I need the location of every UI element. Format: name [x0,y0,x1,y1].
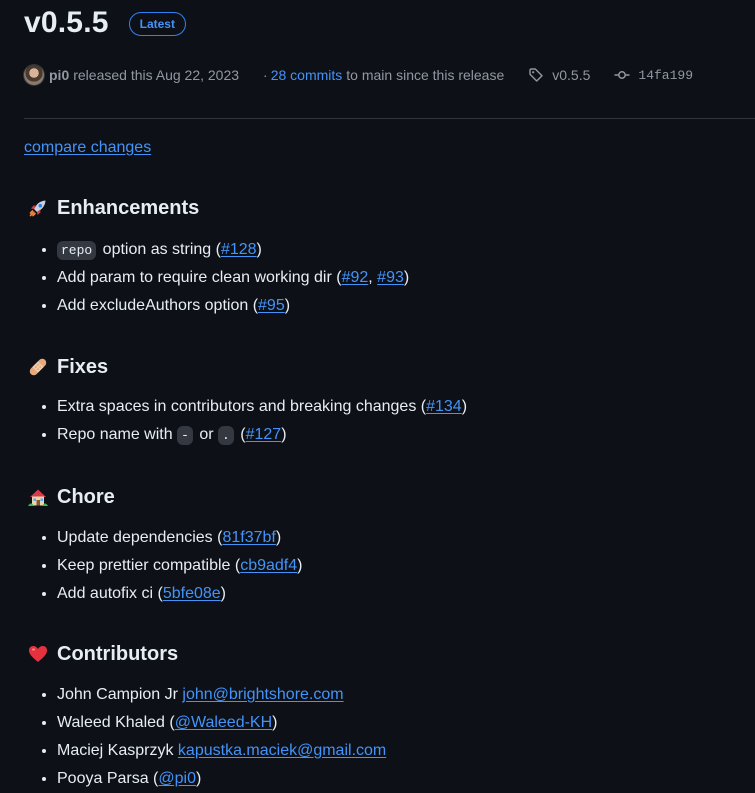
list-item: Update dependencies (81f37bf) [57,524,745,552]
item-text-end: ) [284,297,291,314]
list-item: repo option as string (#128) [57,236,745,264]
bandage-icon [29,358,47,376]
commit-link[interactable]: 14fa199 [614,67,693,83]
heart-icon [29,646,47,662]
item-text: John Campion Jr [57,686,183,703]
item-text: Add param to require clean working dir ( [57,269,342,286]
section-heading-fixes: Fixes [24,354,745,380]
list-item: Repo name with - or . (#127) [57,421,745,449]
user-mention-link[interactable]: @Waleed-KH [175,714,272,731]
list-item: Waleed Khaled (@Waleed-KH) [57,709,745,737]
tag-icon [529,68,543,82]
header-divider [24,118,755,119]
issue-link[interactable]: #134 [426,398,462,415]
commits-suffix-text: to main since this release [346,67,505,83]
issue-link[interactable]: #93 [377,269,404,286]
list-item: John Campion Jr john@brightshore.com [57,681,745,709]
item-text-end: ) [461,398,468,415]
email-link[interactable]: kapustka.maciek@gmail.com [178,742,386,759]
commit-ref-link[interactable]: cb9adf4 [240,557,297,574]
released-date-text: released this Aug 22, 2023 [73,67,240,83]
issue-link[interactable]: #127 [246,426,282,443]
inline-code: repo [57,241,97,260]
item-text-end: ) [195,770,202,787]
list-item: Add excludeAuthors option (#95) [57,292,745,320]
tag-link[interactable]: v0.5.5 [528,67,590,83]
email-link[interactable]: john@brightshore.com [182,686,343,703]
meta-separator: · [263,67,268,83]
item-text: Maciej Kasprzyk [57,742,178,759]
item-text-end: ) [281,426,287,443]
item-text-end: ) [403,269,410,286]
commit-hash: 14fa199 [638,67,693,83]
issue-link[interactable]: #128 [221,241,257,258]
release-meta: pi0 released this Aug 22, 2023 · 28 comm… [24,64,693,86]
list-item: Maciej Kasprzyk kapustka.maciek@gmail.co… [57,737,745,765]
tag-name: v0.5.5 [552,67,591,83]
section-title: Contributors [57,642,179,665]
item-text-end: ) [220,585,226,602]
commit-ref-link[interactable]: 81f37bf [222,529,275,546]
item-text: Waleed Khaled ( [57,714,175,731]
issue-link[interactable]: #92 [342,269,369,286]
section-title: Chore [57,485,115,508]
enhancements-list: repo option as string (#128) Add param t… [24,236,745,320]
inline-code: . [218,426,234,445]
list-item: Keep prettier compatible (cb9adf4) [57,552,745,580]
section-title: Fixes [57,355,109,378]
item-text: option as string ( [98,241,221,258]
item-text: Repo name with [57,426,178,443]
section-heading-enhancements: Enhancements [24,195,745,221]
list-item: Add param to require clean working dir (… [57,264,745,292]
item-text: Extra spaces in contributors and breakin… [57,398,427,415]
release-version-title: v0.5.5 [24,6,109,39]
item-text-end: ) [275,529,282,546]
section-heading-contributors: Contributors [24,641,745,667]
item-comma: , [368,269,378,286]
contributors-list: John Campion Jr john@brightshore.com Wal… [24,681,745,793]
fixes-list: Extra spaces in contributors and breakin… [24,393,745,449]
commits-link[interactable]: 28 commits [271,67,343,83]
release-header: v0.5.5 Latest [24,6,186,40]
house-icon [28,489,48,506]
commit-ref-link[interactable]: 5bfe08e [163,585,221,602]
item-text: Update dependencies ( [57,529,223,546]
rocket-icon [29,200,46,217]
item-text: or [194,426,218,443]
item-text: Pooya Parsa ( [57,770,159,787]
list-item: Pooya Parsa (@pi0) [57,765,745,793]
issue-link[interactable]: #95 [258,297,285,314]
item-text: Add excludeAuthors option ( [57,297,259,314]
git-commit-icon [614,71,630,79]
author-link[interactable]: pi0 [49,67,69,83]
list-item: Extra spaces in contributors and breakin… [57,393,745,421]
item-text-end: ) [256,241,262,258]
section-title: Enhancements [57,196,200,219]
release-notes-body: compare changes Enhancements repo option… [24,137,745,793]
compare-changes-link[interactable]: compare changes [24,137,151,159]
item-text: Keep prettier compatible ( [57,557,241,574]
avatar[interactable] [24,65,44,85]
item-text-end: ) [272,714,278,731]
item-text: Add autofix ci ( [57,585,163,602]
user-mention-link[interactable]: @pi0 [158,770,196,787]
item-text: ( [235,426,246,443]
chore-list: Update dependencies (81f37bf) Keep prett… [24,524,745,608]
item-text-end: ) [297,557,303,574]
inline-code: - [177,426,193,445]
latest-badge: Latest [128,12,186,36]
list-item: Add autofix ci (5bfe08e) [57,580,745,608]
section-heading-chore: Chore [24,484,745,510]
